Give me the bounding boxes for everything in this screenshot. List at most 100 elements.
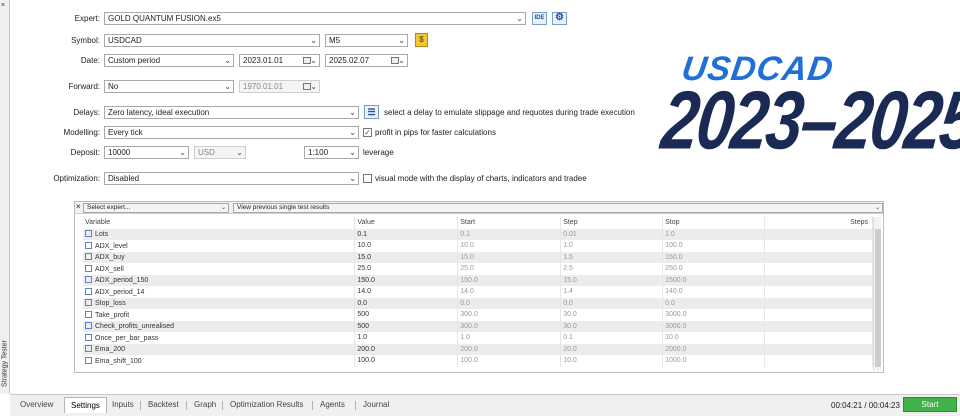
row-checkbox[interactable] bbox=[85, 253, 92, 261]
currency-select: USD ⌄ bbox=[194, 146, 246, 159]
table-row[interactable]: Stop_loss 0.0 0.0 0.0 0.0 bbox=[83, 297, 873, 309]
row-checkbox[interactable] bbox=[85, 356, 92, 364]
cell-value[interactable]: 200.0 bbox=[354, 343, 459, 355]
date-to-field[interactable]: 2025.02.07 ⌄ bbox=[325, 54, 408, 67]
table-row[interactable]: ADX_level 10.0 10.0 1.0 100.0 bbox=[83, 240, 873, 252]
row-checkbox[interactable] bbox=[85, 322, 92, 330]
cell-variable[interactable]: Stop_loss bbox=[83, 297, 356, 309]
cell-value[interactable]: 100.0 bbox=[354, 355, 459, 367]
tab-inputs[interactable]: Inputs bbox=[106, 397, 140, 413]
table-row[interactable]: ADX_period_14 14.0 14.0 1.4 140.0 bbox=[83, 286, 873, 298]
row-checkbox[interactable] bbox=[85, 276, 92, 284]
period-select[interactable]: Custom period ⌄ bbox=[104, 54, 234, 67]
optimization-select[interactable]: Disabled ⌄ bbox=[104, 172, 359, 185]
cell-value[interactable]: 0.0 bbox=[354, 297, 459, 309]
column-header-step[interactable]: Step bbox=[560, 217, 664, 229]
scrollbar-thumb[interactable] bbox=[875, 229, 881, 367]
chevron-down-icon: ⌄ bbox=[349, 148, 356, 157]
cell-variable[interactable]: Ema_200 bbox=[83, 343, 356, 355]
cell-variable[interactable]: Once_per_bar_pass bbox=[83, 332, 356, 344]
row-checkbox[interactable] bbox=[85, 345, 92, 353]
tab-separator bbox=[312, 401, 313, 410]
delays-select[interactable]: Zero latency, ideal execution ⌄ bbox=[104, 106, 359, 119]
cell-variable[interactable]: Check_profits_unrealised bbox=[83, 320, 356, 332]
row-checkbox[interactable] bbox=[85, 310, 92, 318]
symbol-select[interactable]: USDCAD ⌄ bbox=[104, 34, 320, 47]
table-scrollbar[interactable] bbox=[873, 217, 881, 371]
cell-value[interactable]: 10.0 bbox=[354, 240, 459, 252]
cell-value[interactable]: 15.0 bbox=[354, 251, 459, 263]
column-header-variable[interactable]: Variable bbox=[83, 217, 356, 229]
cell-variable[interactable]: Ema_shift_100 bbox=[83, 355, 356, 367]
start-button[interactable]: Start bbox=[903, 397, 957, 412]
close-icon[interactable]: × bbox=[1, 2, 5, 9]
cell-variable[interactable]: ADX_period_14 bbox=[83, 286, 356, 298]
row-checkbox[interactable] bbox=[85, 287, 92, 295]
tab-settings[interactable]: Settings bbox=[64, 397, 107, 413]
row-checkbox[interactable] bbox=[85, 264, 92, 272]
column-header-value[interactable]: Value bbox=[354, 217, 459, 229]
row-checkbox[interactable] bbox=[85, 299, 92, 307]
cell-variable[interactable]: ADX_buy bbox=[83, 251, 356, 263]
row-checkbox[interactable] bbox=[85, 333, 92, 341]
cell-value[interactable]: 500 bbox=[354, 320, 459, 332]
forward-select[interactable]: No ⌄ bbox=[104, 80, 234, 93]
tab-backtest[interactable]: Backtest bbox=[142, 397, 185, 413]
row-checkbox[interactable] bbox=[85, 230, 92, 238]
cell-value[interactable]: 0.1 bbox=[354, 228, 459, 240]
tab-journal[interactable]: Journal bbox=[357, 397, 395, 413]
strategy-tester-side-panel: × Strategy Tester bbox=[0, 0, 10, 394]
cell-variable[interactable]: ADX_period_150 bbox=[83, 274, 356, 286]
ide-button[interactable]: IDE bbox=[532, 12, 547, 25]
cell-value[interactable]: 150.0 bbox=[354, 274, 459, 286]
tab-overview[interactable]: Overview bbox=[14, 397, 59, 413]
cell-variable[interactable]: ADX_level bbox=[83, 240, 356, 252]
gear-icon[interactable]: ⚙ bbox=[552, 12, 567, 25]
leverage-select[interactable]: 1:100 ⌄ bbox=[304, 146, 359, 159]
table-row[interactable]: Lots 0.1 0.1 0.01 1.0 bbox=[83, 228, 873, 240]
expert-select[interactable]: GOLD QUANTUM FUSION.ex5 ⌄ bbox=[104, 12, 526, 25]
timeframe-select[interactable]: M5 ⌄ bbox=[325, 34, 408, 47]
symbol-properties-icon[interactable]: $ bbox=[415, 33, 428, 47]
cell-variable[interactable]: Lots bbox=[83, 228, 356, 240]
table-row[interactable]: ADX_buy 15.0 15.0 1.5 150.0 bbox=[83, 251, 873, 263]
table-row[interactable]: Ema_shift_100 100.0 100.0 10.0 1000.0 bbox=[83, 355, 873, 367]
tab-optimization-results[interactable]: Optimization Results bbox=[224, 397, 309, 413]
cell-step: 1.4 bbox=[560, 286, 664, 298]
table-row[interactable]: Take_profit 500 300.0 30.0 3000.0 bbox=[83, 309, 873, 321]
cell-variable[interactable]: ADX_sell bbox=[83, 263, 356, 275]
cell-value[interactable]: 500 bbox=[354, 309, 459, 321]
date-from-field[interactable]: 2023.01.01 ⌄ bbox=[239, 54, 320, 67]
pips-checkbox[interactable]: ✓ bbox=[363, 128, 372, 137]
table-row[interactable]: ADX_sell 25.0 25.0 2.5 250.0 bbox=[83, 263, 873, 275]
timeframe-value: M5 bbox=[329, 36, 341, 45]
cell-value[interactable]: 14.0 bbox=[354, 286, 459, 298]
previous-results-dropdown[interactable]: View previous single test results ⌄ bbox=[233, 203, 883, 213]
column-header-steps[interactable]: Steps bbox=[764, 217, 873, 229]
cell-step: 20.0 bbox=[560, 343, 664, 355]
table-row[interactable]: ADX_period_150 150.0 150.0 15.0 1500.0 bbox=[83, 274, 873, 286]
tab-agents[interactable]: Agents bbox=[314, 397, 351, 413]
select-expert-dropdown[interactable]: Select expert... ⌄ bbox=[83, 203, 229, 213]
chevron-down-icon: ⌄ bbox=[224, 82, 231, 91]
delay-settings-icon[interactable]: ☰ bbox=[364, 105, 379, 119]
close-icon[interactable]: × bbox=[76, 202, 81, 211]
column-header-stop[interactable]: Stop bbox=[662, 217, 766, 229]
table-row[interactable]: Check_profits_unrealised 500 300.0 30.0 3000… bbox=[83, 320, 873, 332]
chevron-down-icon: ⌄ bbox=[398, 36, 405, 45]
visual-mode-checkbox[interactable] bbox=[363, 174, 372, 183]
row-checkbox[interactable] bbox=[85, 241, 92, 249]
cell-steps bbox=[764, 332, 873, 344]
tab-graph[interactable]: Graph bbox=[188, 397, 222, 413]
column-header-start[interactable]: Start bbox=[457, 217, 562, 229]
table-row[interactable]: Ema_200 200.0 200.0 20.0 2000.0 bbox=[83, 343, 873, 355]
cell-value[interactable]: 25.0 bbox=[354, 263, 459, 275]
variable-name: Check_profits_unrealised bbox=[95, 323, 174, 331]
deposit-field[interactable]: 10000 ⌄ bbox=[104, 146, 189, 159]
cell-variable[interactable]: Take_profit bbox=[83, 309, 356, 321]
modelling-select[interactable]: Every tick ⌄ bbox=[104, 126, 359, 139]
cell-value[interactable]: 1.0 bbox=[354, 332, 459, 344]
variable-name: Stop_loss bbox=[95, 300, 126, 308]
cell-steps bbox=[764, 320, 873, 332]
table-row[interactable]: Once_per_bar_pass 1.0 1.0 0.1 10.0 bbox=[83, 332, 873, 344]
